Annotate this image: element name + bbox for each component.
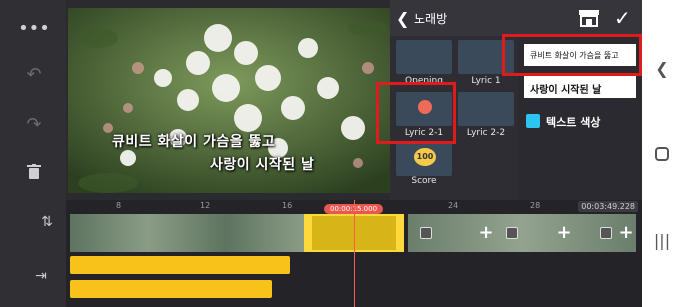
- nav-home-icon[interactable]: [652, 144, 672, 164]
- add-clip-icon[interactable]: +: [478, 224, 494, 242]
- nav-back-icon[interactable]: ❮: [652, 58, 672, 78]
- thumb-opening[interactable]: [396, 40, 452, 74]
- panel-header: ❮ 노래방 ✓: [390, 0, 642, 36]
- trim-handle-right[interactable]: [396, 216, 402, 250]
- ruler-label: 12: [200, 201, 211, 210]
- thumb-lyric-2-2[interactable]: [458, 92, 514, 126]
- timeline-exit-icon[interactable]: ⇥: [30, 268, 52, 286]
- score-badge: 100: [414, 148, 436, 166]
- store-icon[interactable]: [578, 8, 600, 28]
- preview-lyric-line1: 큐비트 화살이 가슴을 뚫고: [112, 134, 276, 150]
- highlight-box-thumb: [376, 82, 456, 144]
- transition-icon[interactable]: [420, 227, 432, 239]
- text-color-swatch[interactable]: [526, 114, 540, 128]
- thumb-score[interactable]: 100: [396, 142, 452, 176]
- timeline-side: ⇅ ⇥: [0, 200, 66, 307]
- lyric-line2-field[interactable]: 사랑이 시작된 날: [524, 76, 636, 98]
- thumb-label-score: Score: [411, 176, 437, 186]
- text-color-label[interactable]: 텍스트 색상: [546, 114, 600, 130]
- transition-icon[interactable]: [600, 227, 612, 239]
- android-nav-bar: ❮ |||: [642, 0, 682, 307]
- nav-recent-icon[interactable]: |||: [652, 230, 672, 250]
- preview-lyric-line2: 사랑이 시작된 날: [210, 157, 315, 173]
- thumb-label-lyric-1: Lyric 1: [471, 76, 501, 86]
- ruler-label: 24: [448, 201, 459, 210]
- ruler-label: 16: [282, 201, 293, 210]
- redo-icon[interactable]: ↷: [14, 106, 54, 142]
- trash-icon[interactable]: [14, 154, 54, 190]
- panel-title: 노래방: [414, 12, 448, 26]
- more-menu-icon[interactable]: •••: [14, 10, 54, 46]
- check-icon[interactable]: ✓: [614, 6, 631, 30]
- add-clip-icon[interactable]: +: [618, 224, 634, 242]
- text-layer-track[interactable]: [70, 280, 272, 298]
- current-time: 00:03:49.228: [578, 201, 638, 212]
- trim-handle-left[interactable]: [306, 216, 312, 250]
- timeline-align-icon[interactable]: ⇅: [36, 214, 58, 232]
- video-preview[interactable]: 큐비트 화살이 가슴을 뚫고 사랑이 시작된 날: [68, 8, 390, 193]
- video-clip[interactable]: [70, 214, 304, 252]
- ruler-label: 28: [530, 201, 541, 210]
- playhead[interactable]: [354, 200, 355, 307]
- add-clip-icon[interactable]: +: [556, 224, 572, 242]
- timeline[interactable]: 8 12 16 24 28 00:03:49.228 + + + 00:00:1…: [66, 200, 642, 307]
- thumb-label-lyric-2-2: Lyric 2-2: [466, 128, 506, 138]
- transition-icon[interactable]: [506, 227, 518, 239]
- back-arrow-icon[interactable]: ❮: [396, 9, 409, 28]
- undo-icon[interactable]: ↶: [14, 56, 54, 92]
- highlight-box-field: [502, 34, 642, 76]
- text-layer-track[interactable]: [70, 256, 290, 274]
- ruler-label: 8: [116, 201, 122, 210]
